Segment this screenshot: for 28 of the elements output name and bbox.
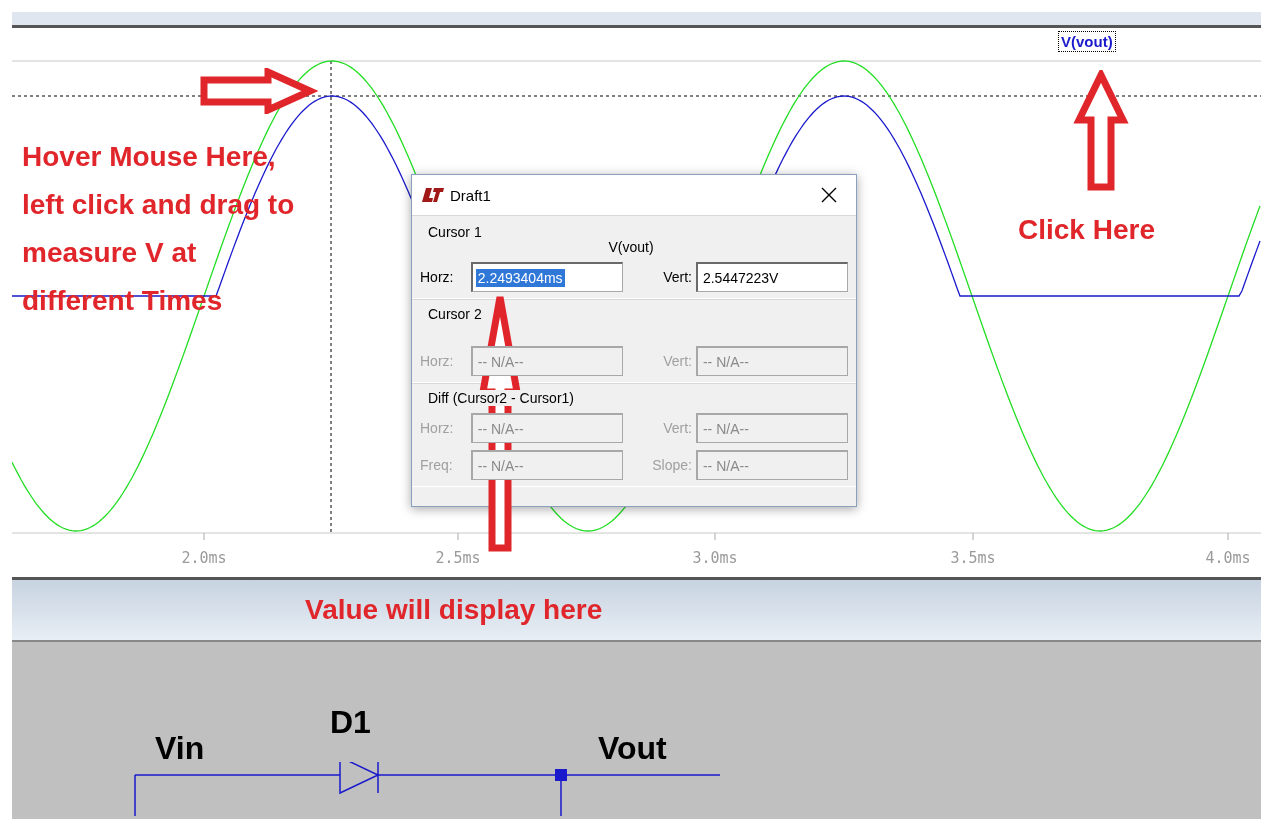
field-label: Vert: [662,420,693,436]
annotation-text: Click Here [1018,213,1155,247]
dialog-title: Draft1 [450,186,492,204]
group-title: Diff (Cursor2 - Cursor1) [428,390,574,406]
field-label: Vert: [662,353,693,369]
axis-tick-label: 2.0ms [181,549,227,567]
field-label: Vert: [662,269,693,285]
axis-tick-label: 3.5ms [950,549,996,567]
app-logo-icon [422,188,444,202]
input-field[interactable]: 2.2493404ms [470,262,623,292]
net-label: Vout [598,730,667,767]
field-label: Horz: [420,420,455,436]
net-label: Vin [155,730,205,767]
trace-name: V(vout) [608,239,654,255]
input-field[interactable]: 2.5447223V [695,262,848,292]
field-label: Freq: [420,457,454,473]
trace-label[interactable]: V(vout) [1058,31,1116,52]
close-icon [821,187,837,203]
axis-tick-label: 4.0ms [1205,549,1251,567]
annotation-text: Value will display here [305,594,603,626]
field-label: Horz: [420,353,455,369]
group-title: Cursor 1 [428,224,482,240]
axis-tick-label: 3.0ms [692,549,738,567]
group-title: Cursor 2 [428,306,482,322]
part-label: D1 [330,704,371,741]
field-label: Slope: [651,457,693,473]
axis-tick-label: 2.5ms [435,549,481,567]
field-label: Horz: [420,269,455,285]
